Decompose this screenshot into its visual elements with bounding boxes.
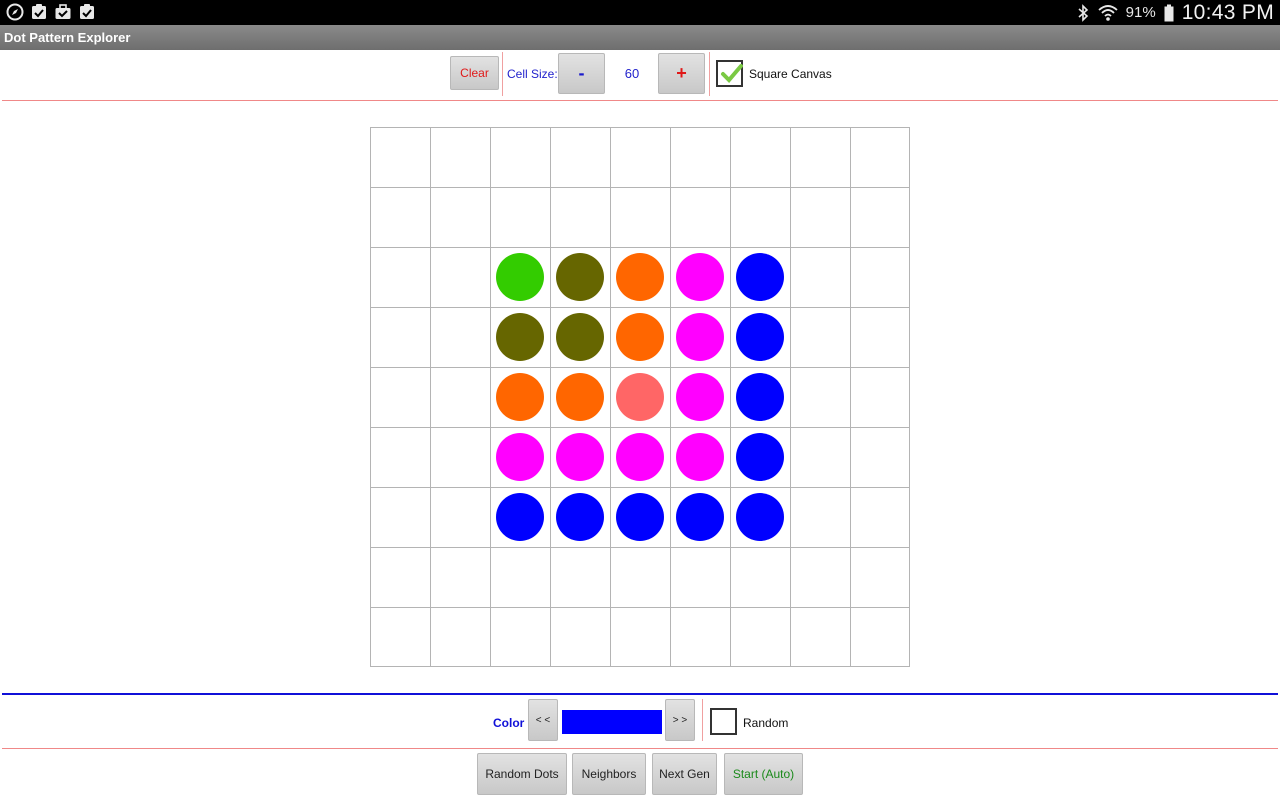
status-bar: 91% 10:43 PM (0, 0, 1280, 25)
wifi-icon (1098, 4, 1118, 21)
grid-dot[interactable] (616, 493, 664, 541)
grid-dot[interactable] (556, 433, 604, 481)
grid-dot[interactable] (736, 493, 784, 541)
grid-dot[interactable] (616, 313, 664, 361)
grid-dot[interactable] (736, 313, 784, 361)
color-label: Color (493, 716, 525, 730)
clear-button[interactable]: Clear (450, 56, 499, 90)
square-canvas-checkbox[interactable] (716, 60, 743, 87)
compass-icon (6, 3, 24, 21)
cell-size-label: Cell Size: (507, 67, 558, 81)
color-row-divider (702, 699, 703, 741)
previous-color-button[interactable]: < < (528, 699, 558, 741)
cell-size-value: 60 (624, 66, 640, 81)
grid-dot[interactable] (496, 253, 544, 301)
random-dots-button[interactable]: Random Dots (477, 753, 567, 795)
random-color-label: Random (743, 716, 789, 730)
separator-line (2, 748, 1278, 749)
separator-line (2, 100, 1278, 101)
increase-cell-size-button[interactable]: + (658, 53, 705, 94)
clock: 10:43 PM (1181, 0, 1274, 24)
grid-dot[interactable] (676, 313, 724, 361)
decrease-cell-size-button[interactable]: - (558, 53, 605, 94)
grid-dot[interactable] (556, 313, 604, 361)
clipboard-check-icon (80, 4, 94, 19)
grid-dot[interactable] (556, 253, 604, 301)
toolbar-divider (709, 52, 710, 96)
grid-dot[interactable] (496, 313, 544, 361)
start-auto-button[interactable]: Start (Auto) (724, 753, 803, 795)
next-gen-button[interactable]: Next Gen (652, 753, 717, 795)
grid-dot[interactable] (496, 373, 544, 421)
battery-percent: 91% (1125, 4, 1156, 21)
app-title: Dot Pattern Explorer (4, 30, 131, 45)
system-status: 91% 10:43 PM (1076, 0, 1274, 25)
grid-dot[interactable] (616, 373, 664, 421)
current-color-swatch (562, 710, 662, 734)
next-color-button[interactable]: > > (665, 699, 695, 741)
clipboard-check-icon (32, 4, 46, 19)
grid-dot[interactable] (676, 253, 724, 301)
random-color-checkbox[interactable] (710, 708, 737, 735)
notification-icons (6, 3, 96, 21)
grid-dot[interactable] (676, 373, 724, 421)
toolbar-divider (502, 52, 503, 96)
grid-dot[interactable] (616, 253, 664, 301)
grid-dot[interactable] (556, 493, 604, 541)
grid-dot[interactable] (736, 433, 784, 481)
bluetooth-icon (1078, 3, 1088, 22)
briefcase-icon (55, 4, 71, 19)
grid-dot[interactable] (676, 493, 724, 541)
grid-dot[interactable] (556, 373, 604, 421)
battery-icon (1164, 4, 1174, 21)
grid-dot[interactable] (736, 253, 784, 301)
checkmark-icon (721, 64, 743, 83)
grid-dot[interactable] (496, 493, 544, 541)
dot-grid-canvas[interactable] (370, 127, 910, 667)
top-toolbar: Clear Cell Size: - 60 + Square Canvas (0, 50, 1280, 100)
grid-dot[interactable] (496, 433, 544, 481)
square-canvas-label: Square Canvas (749, 67, 832, 81)
grid-dot[interactable] (736, 373, 784, 421)
grid-dot[interactable] (616, 433, 664, 481)
app-title-bar: Dot Pattern Explorer (0, 25, 1280, 50)
neighbors-button[interactable]: Neighbors (572, 753, 646, 795)
grid-dot[interactable] (676, 433, 724, 481)
separator-line (2, 693, 1278, 695)
